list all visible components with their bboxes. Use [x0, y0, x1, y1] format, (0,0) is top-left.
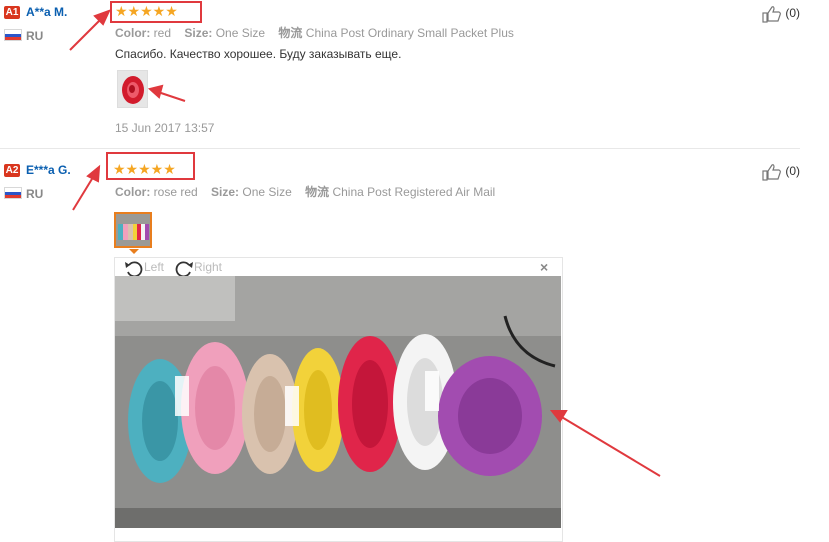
annotation-arrows: [69, 9, 661, 477]
